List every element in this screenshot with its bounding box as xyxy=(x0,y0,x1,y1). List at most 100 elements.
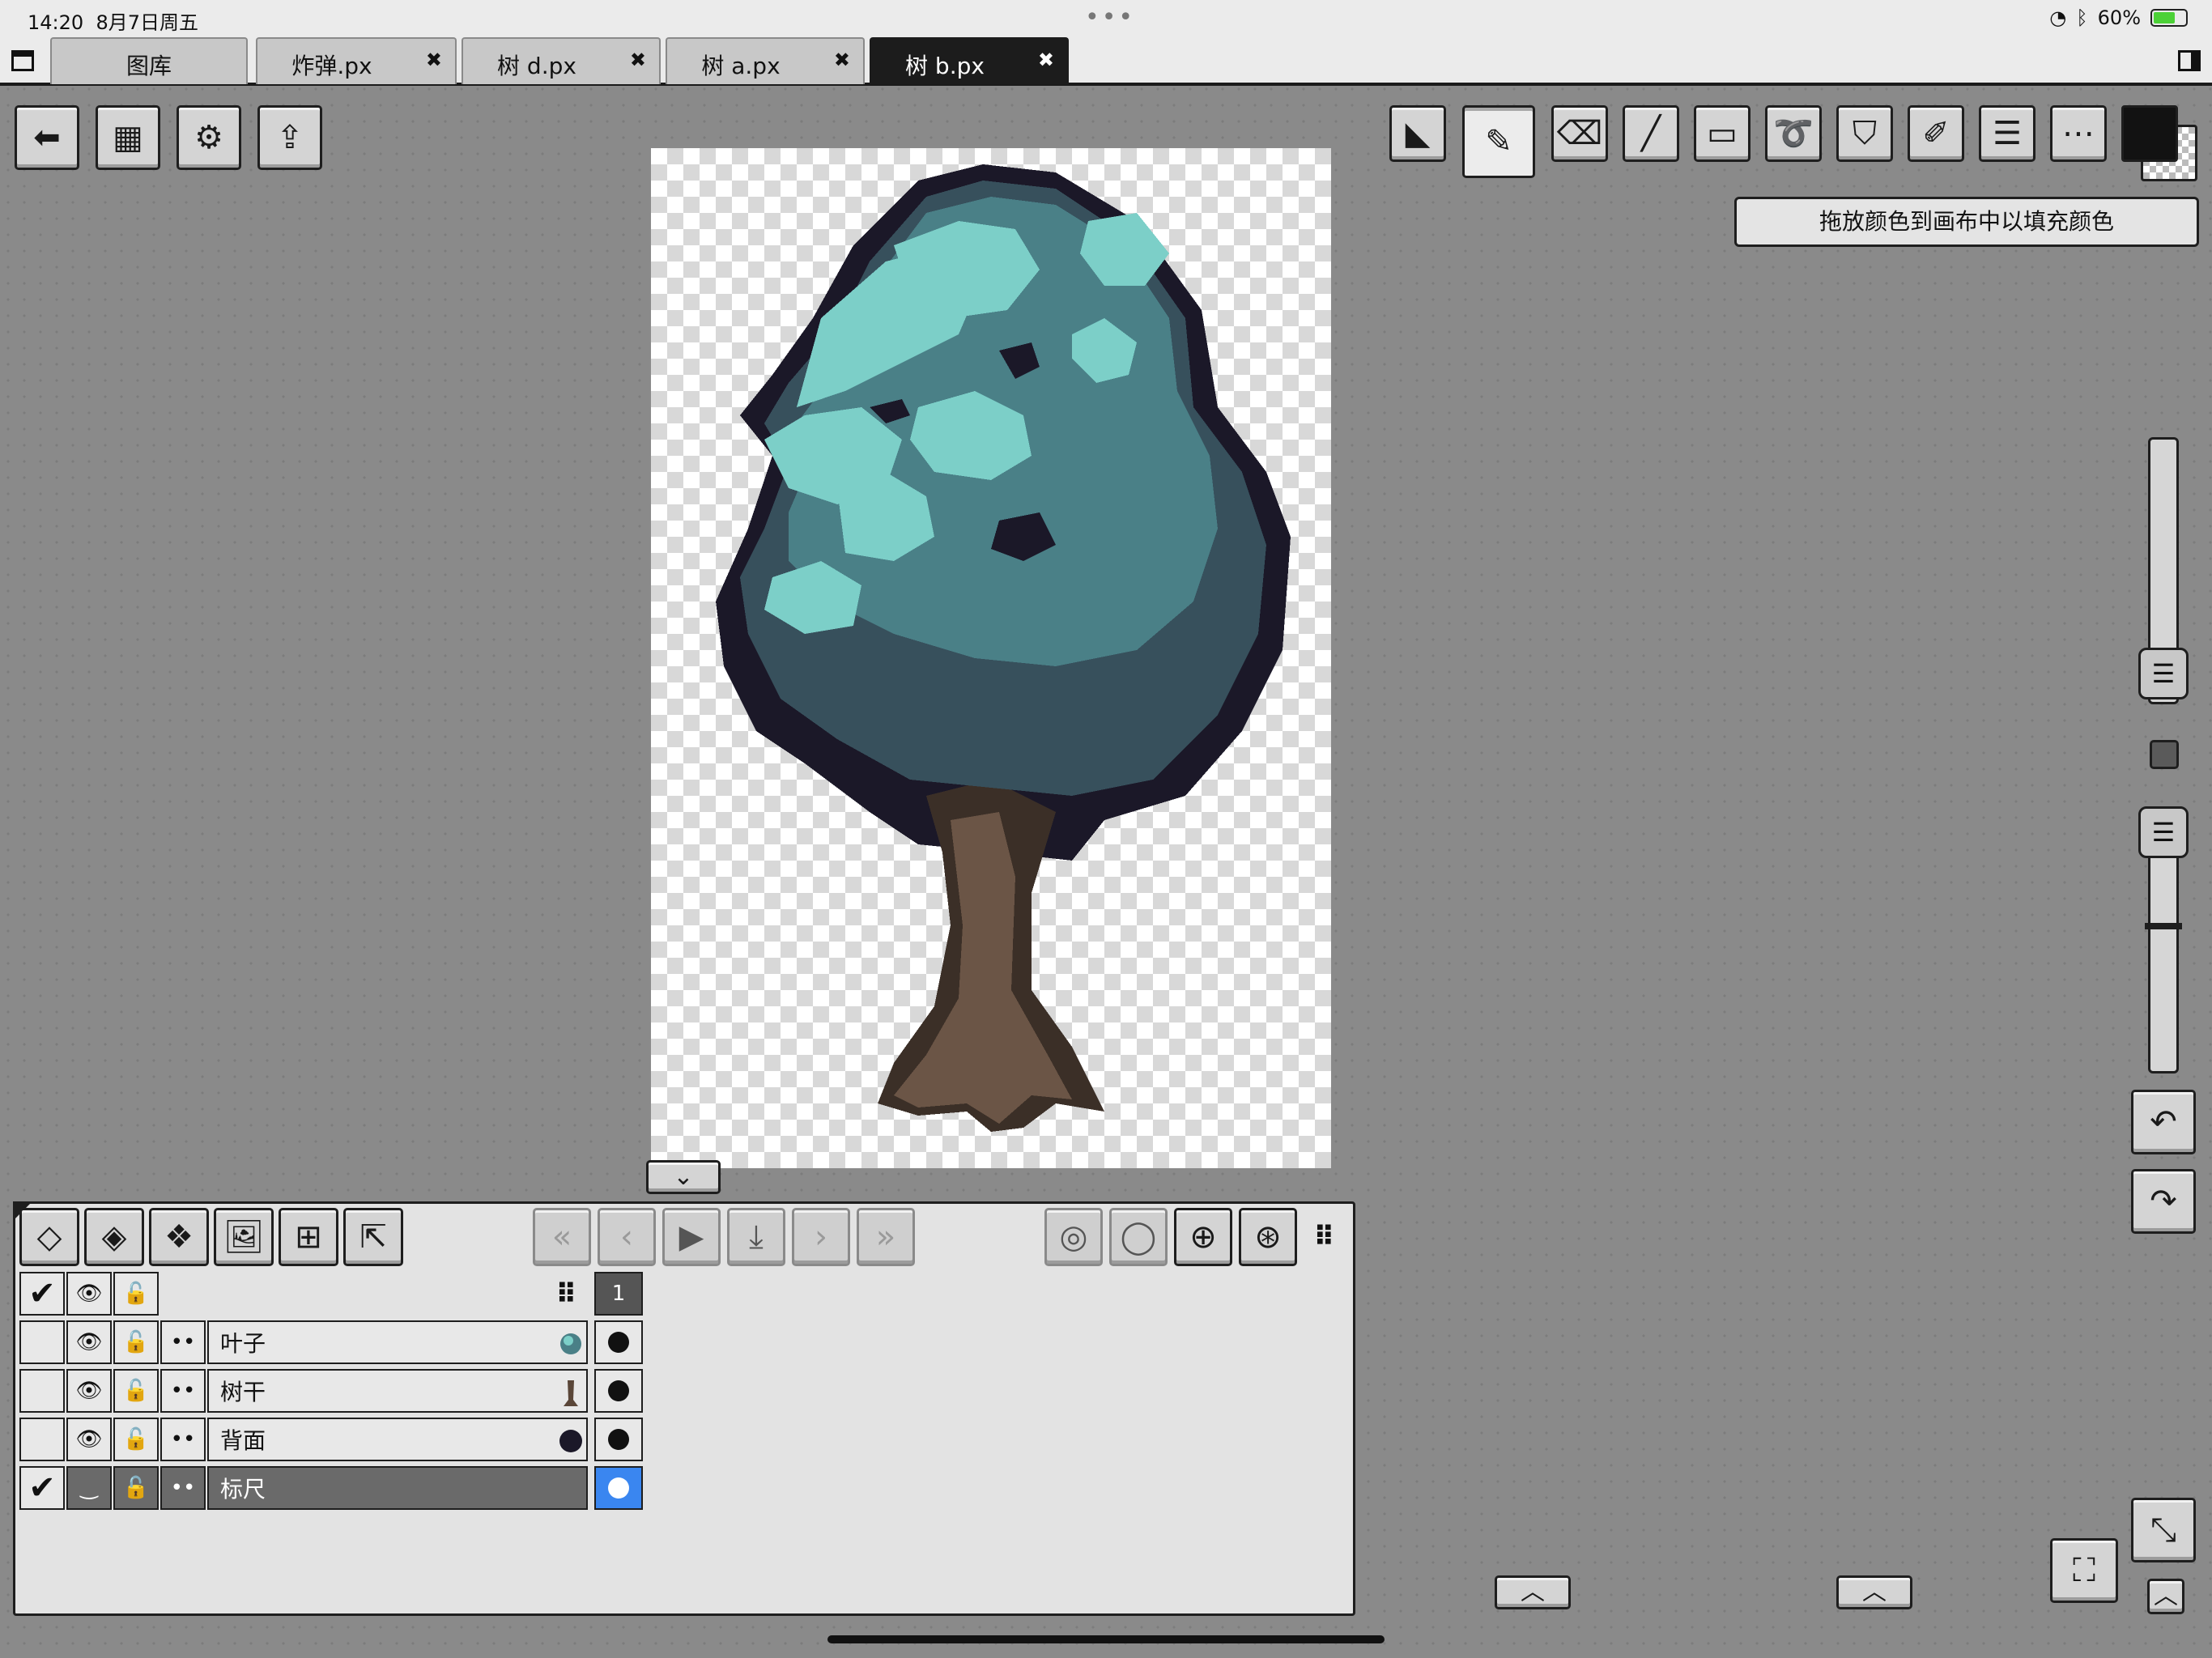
layer-checkbox[interactable] xyxy=(19,1320,65,1364)
layer-checkbox[interactable]: ✔ xyxy=(19,1466,65,1510)
lock-icon: 🔓 xyxy=(122,1427,150,1452)
eye-icon: 👁 xyxy=(75,1330,103,1354)
visibility-all-toggle[interactable]: 👁 xyxy=(66,1272,112,1316)
lasso-tool[interactable]: ➰ xyxy=(1765,105,1822,162)
layer-name[interactable]: 标尺 xyxy=(207,1466,588,1510)
select-tool[interactable]: ◣ xyxy=(1389,105,1446,162)
multitasking-dots-icon[interactable]: ••• xyxy=(1085,3,1135,32)
layer-options-button[interactable]: •• xyxy=(160,1320,206,1364)
frame-circle-button[interactable]: ◯ xyxy=(1109,1208,1168,1266)
tab-tree-d[interactable]: 树 d.px ✖ xyxy=(462,37,661,84)
rectangle-tool[interactable]: ▭ xyxy=(1694,105,1750,162)
layer-frame-cell[interactable] xyxy=(594,1320,643,1364)
layer-options-button[interactable]: •• xyxy=(160,1418,206,1461)
close-icon[interactable]: ✖ xyxy=(630,49,646,71)
frame-dot-icon xyxy=(608,1332,629,1353)
layer-name[interactable]: 背面 xyxy=(207,1418,588,1461)
back-arrow-icon: ⬅ xyxy=(33,119,61,156)
layer-lock-toggle[interactable]: 🔓 xyxy=(113,1418,159,1461)
close-icon[interactable]: ✖ xyxy=(426,49,442,71)
back-button[interactable]: ⬅ xyxy=(15,105,79,170)
more-tool[interactable]: ⋯ xyxy=(2050,105,2107,162)
tab-tree-a[interactable]: 树 a.px ✖ xyxy=(666,37,865,84)
layer-visibility-toggle[interactable]: 👁 xyxy=(66,1369,112,1413)
merge-layer-button[interactable]: ❖ xyxy=(149,1208,209,1266)
window-icon[interactable] xyxy=(11,50,34,71)
eyedropper-tool[interactable]: ✐ xyxy=(1908,105,1964,162)
next-frame-button[interactable]: › xyxy=(792,1208,850,1266)
loop-frames-button[interactable]: ◎ xyxy=(1044,1208,1103,1266)
line-tool[interactable]: ╱ xyxy=(1623,105,1679,162)
check-icon: ✔ xyxy=(28,1469,56,1507)
add-frame-button[interactable]: ⊕ xyxy=(1174,1208,1232,1266)
eraser-tool[interactable]: ⌫ xyxy=(1551,105,1608,162)
layer-frame-cell[interactable] xyxy=(594,1418,643,1461)
layer-options-button[interactable]: •• xyxy=(160,1466,206,1510)
panel-grip-icon[interactable]: ⠿ xyxy=(1313,1221,1334,1253)
layer-lock-toggle[interactable]: 🔓 xyxy=(113,1320,159,1364)
select-all-checkbox[interactable]: ✔ xyxy=(19,1272,65,1316)
tab-gallery[interactable]: 图库 xyxy=(50,37,248,84)
tab-bomb[interactable]: 炸弹.px ✖ xyxy=(256,37,457,84)
lock-icon: 🔓 xyxy=(122,1282,150,1306)
brush-size-slider-thumb[interactable]: ☰ xyxy=(2138,648,2189,699)
opacity-slider-thumb[interactable]: ☰ xyxy=(2138,806,2189,858)
fullscreen-icon: ⛶ xyxy=(2073,1552,2095,1589)
layer-visibility-toggle[interactable]: 👁 xyxy=(66,1320,112,1364)
layer-frame-cell[interactable] xyxy=(594,1466,643,1510)
layer-visibility-toggle[interactable]: 👁 xyxy=(66,1418,112,1461)
layer-visibility-toggle[interactable]: ‿ xyxy=(66,1466,112,1510)
import-image-button[interactable]: 🖼 xyxy=(214,1208,274,1266)
lock-all-toggle[interactable]: 🔓 xyxy=(113,1272,159,1316)
pencil-tool[interactable]: ✎ xyxy=(1462,105,1535,178)
layer-checkbox[interactable] xyxy=(19,1369,65,1413)
layer-checkbox[interactable] xyxy=(19,1418,65,1461)
layer-lock-toggle[interactable]: 🔓 xyxy=(113,1369,159,1413)
layer-options-button[interactable]: •• xyxy=(160,1369,206,1413)
sidebar-toggle-icon[interactable] xyxy=(2178,50,2201,71)
merge-layer-icon: ❖ xyxy=(164,1218,194,1256)
layer-grid-button[interactable]: ⊞ xyxy=(279,1208,338,1266)
close-icon[interactable]: ✖ xyxy=(834,49,850,71)
layer-frame-cell[interactable] xyxy=(594,1369,643,1413)
canvas-settings-button[interactable]: ▦ xyxy=(96,105,160,170)
frame-number[interactable]: 1 xyxy=(594,1272,643,1316)
add-layer-button[interactable]: ◇ xyxy=(19,1208,79,1266)
expand-bottom-panel-button[interactable]: ︿ xyxy=(1495,1575,1571,1609)
first-frame-button[interactable]: « xyxy=(533,1208,591,1266)
close-icon[interactable]: ✖ xyxy=(1038,49,1054,71)
play-icon: ▶ xyxy=(678,1218,704,1256)
export-button[interactable]: ⇪ xyxy=(257,105,322,170)
layer-export-button[interactable]: ⇱ xyxy=(343,1208,403,1266)
undo-button[interactable]: ↶ xyxy=(2131,1090,2196,1154)
status-time: 14:20 8月7日周五 xyxy=(28,11,198,34)
settings-button[interactable]: ⚙ xyxy=(177,105,241,170)
add-frame-copy-button[interactable]: ⊛ xyxy=(1239,1208,1297,1266)
layer-name[interactable]: 叶子 xyxy=(207,1320,588,1364)
fullscreen-button[interactable]: ⛶ xyxy=(2050,1538,2118,1603)
chevron-up-icon: ︿ xyxy=(1521,1578,1545,1606)
duplicate-layer-button[interactable]: ◈ xyxy=(84,1208,144,1266)
primary-color-swatch[interactable] xyxy=(2121,105,2178,162)
layer-lock-toggle[interactable]: 🔓 xyxy=(113,1466,159,1510)
dots-icon: •• xyxy=(170,1476,196,1500)
gear-icon: ⚙ xyxy=(194,119,223,156)
last-frame-button[interactable]: » xyxy=(857,1208,915,1266)
tab-tree-b[interactable]: 树 b.px ✖ xyxy=(870,37,1069,84)
reorder-grip-icon[interactable]: ⠿ xyxy=(555,1278,576,1311)
collapse-panel-button[interactable]: ⌄ xyxy=(646,1160,721,1194)
collapse-view-button[interactable]: ⤡ xyxy=(2131,1498,2196,1562)
layer-name[interactable]: 树干 xyxy=(207,1369,588,1413)
expand-bottom-right-button[interactable]: ︿ xyxy=(1836,1575,1912,1609)
expand-small-button[interactable]: ︿ xyxy=(2147,1579,2184,1614)
layer-thumbnail xyxy=(559,1430,582,1452)
eye-icon: 👁 xyxy=(75,1282,103,1306)
play-button[interactable]: ▶ xyxy=(662,1208,721,1266)
onion-skin-button[interactable]: ⤓ xyxy=(727,1208,785,1266)
adjust-tool[interactable]: ☰ xyxy=(1979,105,2035,162)
prev-frame-button[interactable]: ‹ xyxy=(598,1208,656,1266)
fill-tool[interactable]: ⛉ xyxy=(1836,105,1893,162)
home-indicator[interactable] xyxy=(827,1635,1385,1643)
redo-button[interactable]: ↷ xyxy=(2131,1169,2196,1234)
drawing-canvas[interactable] xyxy=(651,148,1331,1168)
